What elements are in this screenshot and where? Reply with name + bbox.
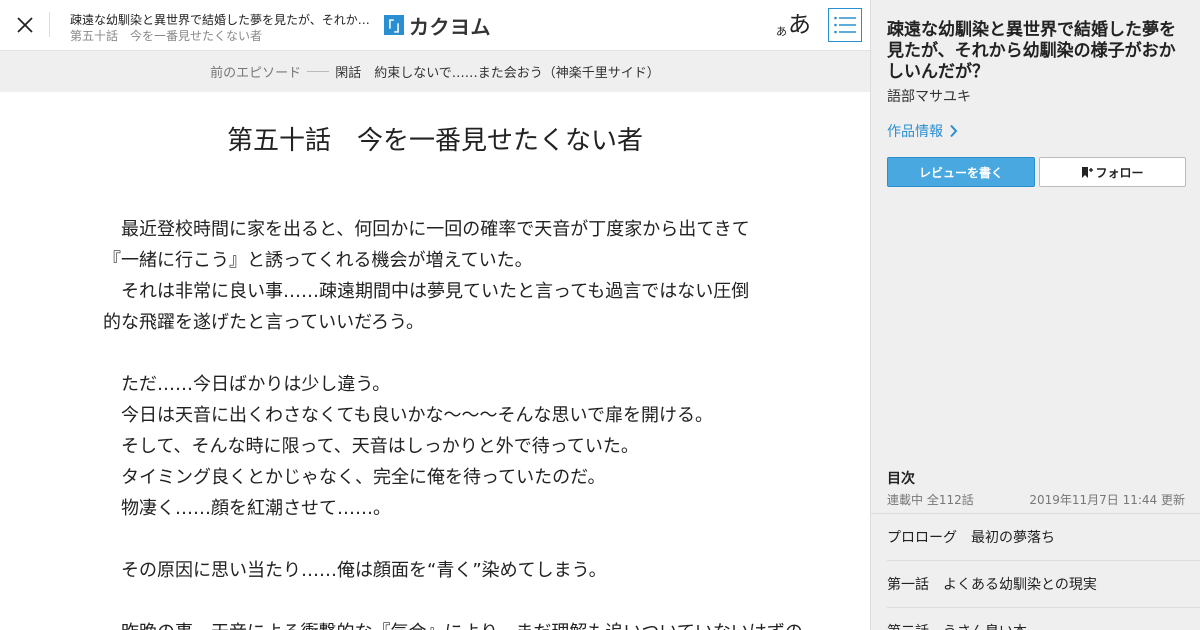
font-size-button[interactable]: あ あ <box>776 9 811 39</box>
body-paragraph: 昨晩の事、天音による衝撃的な『気合』により、まだ理解も追いついていないはずの <box>103 617 803 630</box>
bookmark-plus-icon <box>1082 166 1094 178</box>
chapter-body: 最近登校時間に家を出ると、何回かに一回の確率で天音が丁度家から出てきて 『一緒に行… <box>103 214 803 630</box>
sidebar-work-title[interactable]: 疎遠な幼馴染と異世界で結婚した夢を見たが、それから幼馴染の様子がおかしいんだが？ <box>887 20 1187 83</box>
body-paragraph <box>103 524 763 555</box>
work-title[interactable]: 疎遠な幼馴染と異世界で結婚した夢を見たが、それから幼馴染の様子がおかしいんだが？ <box>70 11 375 28</box>
episode-title-small: 第五十話 今を一番見せたくない者 <box>70 29 263 43</box>
body-paragraph: その原因に思い当たり……俺は顔面を“青く”染めてしまう。 <box>103 560 607 581</box>
body-paragraph <box>103 338 763 369</box>
body-paragraph: 『一緒に行こう』と誘ってくれる機会が増えていた。 <box>103 250 533 271</box>
logo-text: カクヨム <box>409 14 491 39</box>
toc-episode-link[interactable]: 第一話 よくある幼馴染との現実 <box>887 561 1200 608</box>
toc-heading: 目次 <box>887 471 915 487</box>
close-icon[interactable] <box>10 10 40 40</box>
top-bar: 疎遠な幼馴染と異世界で結婚した夢を見たが、それから幼馴染の様子がおかしいんだが？… <box>0 0 870 51</box>
table-of-contents-button[interactable] <box>828 8 862 42</box>
body-paragraph: 物凄く……顔を紅潮させて……。 <box>103 498 391 519</box>
follow-button[interactable]: フォロー <box>1039 157 1186 187</box>
close-button[interactable] <box>10 10 40 40</box>
author-name[interactable]: 語部マサユキ <box>887 86 971 106</box>
toc-episode-link[interactable]: 第二話 うさん臭い本 <box>887 608 1200 630</box>
work-info-link[interactable]: 作品情報 <box>887 121 958 141</box>
previous-episode-label[interactable]: 前のエピソード <box>210 62 301 81</box>
previous-episode-bar[interactable]: 前のエピソード 閑話 約束しないで……また会おう（神楽千里サイド） <box>0 51 870 92</box>
divider <box>307 71 330 72</box>
toc-episode-link[interactable]: プロローグ 最初の夢落ち <box>887 514 1200 561</box>
sidebar: 疎遠な幼馴染と異世界で結婚した夢を見たが、それから幼馴染の様子がおかしいんだが？… <box>870 0 1200 630</box>
chapter-title: 第五十話 今を一番見せたくない者 <box>226 126 643 156</box>
reader-main: 疎遠な幼馴染と異世界で結婚した夢を見たが、それから幼馴染の様子がおかしいんだが？… <box>0 0 870 630</box>
previous-episode-title[interactable]: 閑話 約束しないで……また会おう（神楽千里サイド） <box>335 62 660 81</box>
body-paragraph: それは非常に良い事……疎遠期間中は夢見ていたと言っても過言ではない圧倒 <box>103 281 750 302</box>
kakuyomu-logo[interactable]: 「」 カクヨム <box>381 14 491 39</box>
body-paragraph: 今日は天音に出くわさなくても良いかな～～～そんな思いで扉を開ける。 <box>103 405 714 426</box>
work-info-label: 作品情報 <box>887 124 943 140</box>
body-paragraph <box>103 586 763 617</box>
body-paragraph: 的な飛躍を遂げたと言っていいだろう。 <box>103 312 424 333</box>
body-paragraph: そして、そんな時に限って、天音はしっかりと外で待っていた。 <box>103 436 639 457</box>
logo-mark-icon: 「」 <box>381 15 407 35</box>
divider <box>49 12 50 37</box>
body-paragraph: タイミング良くとかじゃなく、完全に俺を待っていたのだ。 <box>103 467 606 488</box>
toc-list: プロローグ 最初の夢落ち第一話 よくある幼馴染との現実第二話 うさん臭い本 <box>871 513 1200 630</box>
list-icon <box>834 16 856 34</box>
body-paragraph: 最近登校時間に家を出ると、何回かに一回の確率で天音が丁度家から出てきて <box>103 219 750 240</box>
font-size-small-glyph: あ <box>776 25 787 38</box>
follow-label: フォロー <box>1095 165 1144 180</box>
serialization-status: 連載中 全112話 <box>887 493 974 507</box>
font-size-large-glyph: あ <box>788 12 811 38</box>
body-paragraph: ただ……今日ばかりは少し違う。 <box>103 374 391 395</box>
last-updated: 2019年11月7日 11:44 更新 <box>1029 493 1185 507</box>
write-review-button[interactable]: レビューを書く <box>887 157 1035 187</box>
chevron-right-icon <box>950 124 958 138</box>
